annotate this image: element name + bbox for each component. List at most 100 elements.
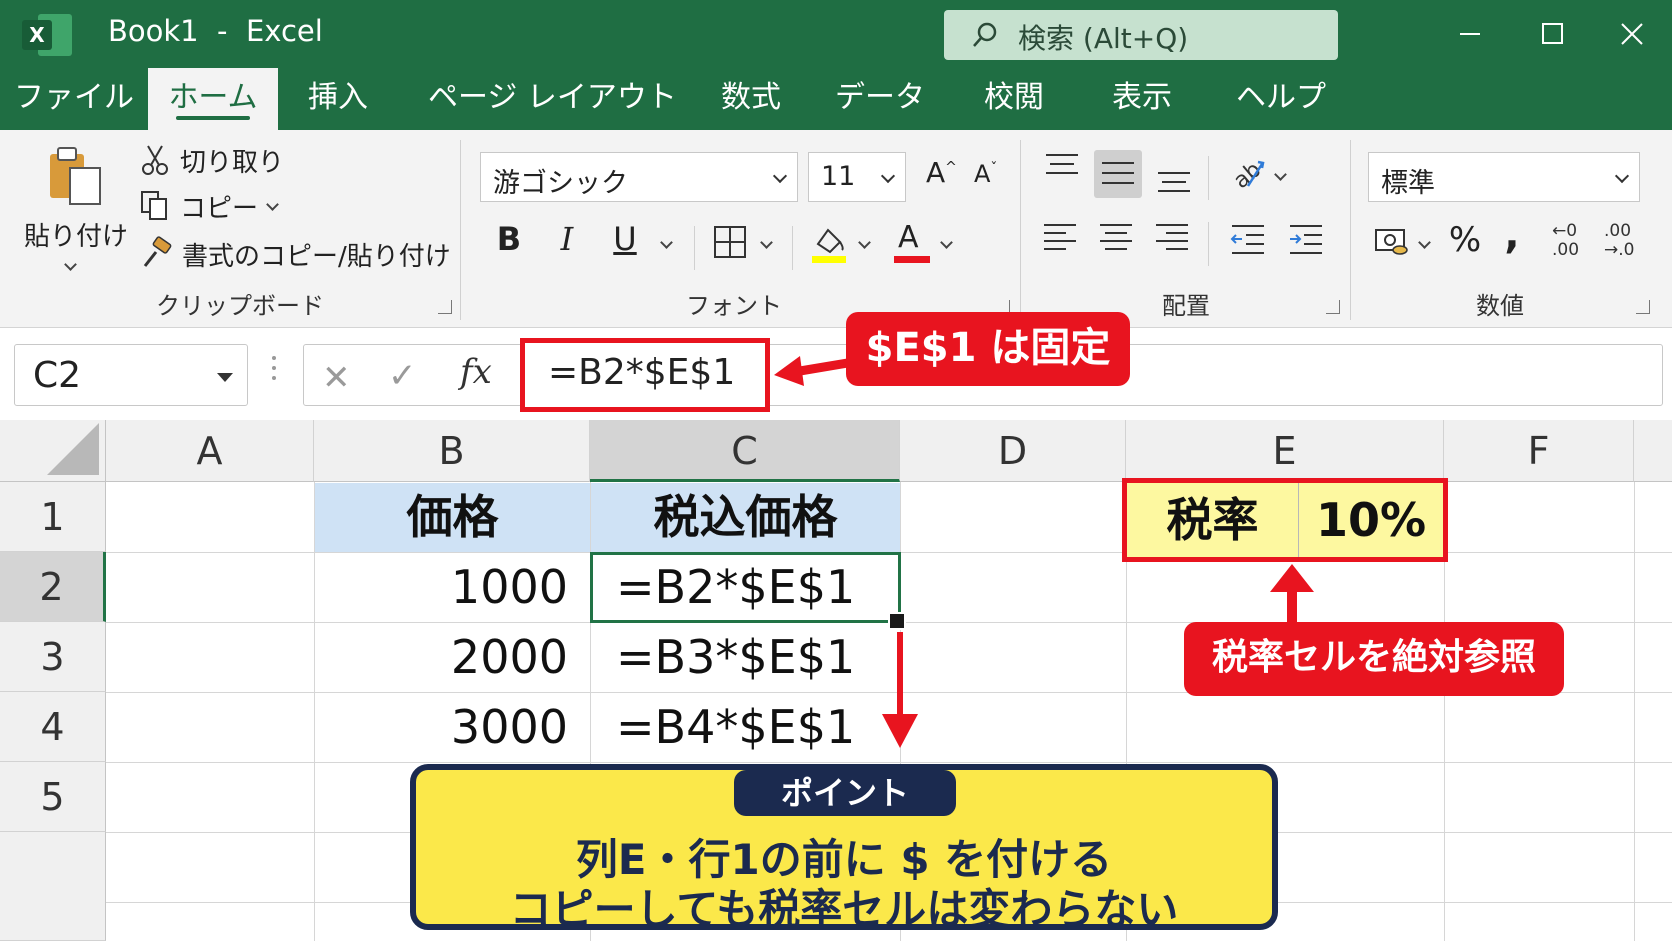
fill-down-arrow-icon bbox=[882, 632, 918, 748]
column-header-e[interactable]: E bbox=[1126, 420, 1444, 482]
dialog-launcher-icon[interactable] bbox=[438, 300, 452, 314]
tab-view[interactable]: 表示 bbox=[1094, 68, 1190, 130]
format-painter-icon[interactable] bbox=[140, 236, 174, 270]
font-size-dropdown[interactable]: 11 bbox=[808, 152, 906, 202]
tab-home[interactable]: ホーム bbox=[148, 68, 278, 130]
cell-c1[interactable]: 税込価格 bbox=[591, 483, 900, 552]
copy-button[interactable]: コピー bbox=[180, 188, 258, 225]
arrow-left-icon bbox=[774, 356, 854, 386]
align-right-button[interactable] bbox=[1152, 214, 1196, 258]
italic-button[interactable]: I bbox=[550, 220, 584, 258]
cell-c3[interactable]: =B3*$E$1 bbox=[616, 622, 855, 692]
tab-page-layout[interactable]: ページ レイアウト bbox=[428, 68, 677, 130]
close-button[interactable] bbox=[1602, 10, 1662, 58]
maximize-button[interactable] bbox=[1522, 10, 1582, 58]
increase-decimal-button[interactable]: ←0 .00 bbox=[1552, 222, 1592, 260]
chevron-down-icon[interactable] bbox=[1274, 168, 1287, 181]
paste-icon bbox=[50, 147, 101, 205]
grow-font-button[interactable]: A^ bbox=[926, 156, 957, 189]
cell-e1[interactable]: 税率 bbox=[1127, 483, 1298, 557]
borders-icon[interactable] bbox=[712, 224, 748, 260]
cell-c4[interactable]: =B4*$E$1 bbox=[616, 692, 855, 762]
excel-logo-icon: X bbox=[22, 12, 74, 58]
column-header-g[interactable] bbox=[1634, 420, 1672, 482]
column-header-b[interactable]: B bbox=[314, 420, 590, 482]
column-header-f[interactable]: F bbox=[1444, 420, 1634, 482]
increase-indent-icon[interactable] bbox=[1286, 220, 1326, 260]
alignment-group-label: 配置 bbox=[1162, 292, 1210, 320]
row-header-3[interactable]: 3 bbox=[0, 622, 106, 692]
tab-data[interactable]: データ bbox=[830, 68, 930, 130]
number-format-dropdown[interactable]: 標準 bbox=[1368, 152, 1640, 202]
shrink-font-button[interactable]: Aˇ bbox=[974, 160, 997, 188]
fill-color-icon[interactable] bbox=[808, 222, 850, 264]
paste-label: 貼り付け bbox=[24, 222, 129, 252]
chevron-down-icon[interactable] bbox=[760, 236, 773, 249]
align-center-button[interactable] bbox=[1096, 214, 1140, 258]
select-all-button[interactable] bbox=[0, 420, 106, 482]
fill-handle[interactable] bbox=[888, 612, 906, 630]
cell-c2[interactable]: =B2*$E$1 bbox=[616, 552, 855, 622]
column-header-c[interactable]: C bbox=[590, 420, 900, 482]
tab-review[interactable]: 校閲 bbox=[966, 68, 1062, 130]
chevron-down-icon[interactable] bbox=[940, 236, 953, 249]
row-header-2[interactable]: 2 bbox=[0, 552, 106, 622]
name-box[interactable]: C2 bbox=[14, 344, 248, 406]
cell-b1[interactable]: 価格 bbox=[315, 483, 590, 552]
dialog-launcher-icon[interactable] bbox=[1636, 300, 1650, 314]
tab-insert[interactable]: 挿入 bbox=[290, 68, 386, 130]
search-box[interactable]: 検索 (Alt+Q) bbox=[944, 10, 1338, 60]
absolute-reference-badge: 税率セルを絶対参照 bbox=[1184, 622, 1564, 696]
orientation-icon[interactable]: ab bbox=[1228, 154, 1266, 192]
number-format-value: 標準 bbox=[1381, 168, 1435, 199]
tab-help[interactable]: ヘルプ bbox=[1226, 68, 1336, 130]
ribbon-divider bbox=[1208, 156, 1209, 200]
insert-function-icon[interactable]: fx bbox=[460, 352, 492, 392]
column-header-d[interactable]: D bbox=[900, 420, 1126, 482]
resize-handle-icon[interactable] bbox=[272, 356, 276, 392]
dialog-launcher-icon[interactable] bbox=[1326, 300, 1340, 314]
copy-icon[interactable] bbox=[140, 190, 170, 222]
underline-button[interactable]: U bbox=[608, 220, 642, 258]
row-header-4[interactable]: 4 bbox=[0, 692, 106, 762]
font-color-button[interactable]: A bbox=[894, 220, 930, 264]
row-header-6[interactable] bbox=[0, 832, 106, 941]
gridline bbox=[106, 762, 1672, 763]
comma-style-button[interactable]: , bbox=[1500, 212, 1524, 258]
accounting-format-icon[interactable] bbox=[1374, 224, 1410, 258]
format-painter-button[interactable]: 書式のコピー/貼り付け bbox=[182, 236, 451, 273]
tab-formulas[interactable]: 数式 bbox=[706, 68, 796, 130]
bold-button[interactable]: B bbox=[492, 220, 526, 258]
chevron-down-icon[interactable] bbox=[1418, 236, 1431, 249]
cut-button[interactable]: 切り取り bbox=[180, 142, 284, 179]
cell-b3[interactable]: 2000 bbox=[316, 622, 568, 692]
chevron-down-icon[interactable] bbox=[858, 236, 871, 249]
cut-icon[interactable] bbox=[140, 144, 170, 176]
tax-rate-highlight: 税率 10% bbox=[1122, 478, 1448, 562]
ribbon-divider bbox=[1020, 140, 1021, 320]
align-top-button[interactable] bbox=[1040, 146, 1084, 190]
tab-file[interactable]: ファイル bbox=[14, 68, 134, 130]
align-middle-button[interactable] bbox=[1094, 150, 1142, 198]
row-header-5[interactable]: 5 bbox=[0, 762, 106, 832]
paste-button[interactable]: 貼り付け bbox=[24, 140, 128, 280]
cell-b4[interactable]: 3000 bbox=[316, 692, 568, 762]
column-header-a[interactable]: A bbox=[106, 420, 314, 482]
font-name-dropdown[interactable]: 游ゴシック bbox=[480, 152, 798, 202]
minimize-button[interactable] bbox=[1440, 10, 1500, 58]
decrease-indent-icon[interactable] bbox=[1228, 220, 1268, 260]
align-left-button[interactable] bbox=[1040, 214, 1084, 258]
chevron-down-icon[interactable] bbox=[660, 236, 673, 249]
align-bottom-button[interactable] bbox=[1152, 154, 1196, 198]
percent-style-button[interactable]: % bbox=[1446, 220, 1484, 260]
clipboard-group-label: クリップボード bbox=[156, 292, 324, 320]
cancel-icon[interactable]: ✕ bbox=[322, 358, 351, 398]
formula-text[interactable]: =B2*$E$1 bbox=[548, 352, 735, 393]
enter-icon[interactable]: ✓ bbox=[388, 356, 417, 396]
gridline bbox=[1634, 482, 1635, 941]
row-header-1[interactable]: 1 bbox=[0, 482, 106, 552]
chevron-down-icon[interactable] bbox=[266, 198, 279, 211]
cell-b2[interactable]: 1000 bbox=[316, 552, 568, 622]
decrease-decimal-button[interactable]: .00 →.0 bbox=[1604, 222, 1644, 260]
cell-f1[interactable]: 10% bbox=[1299, 483, 1443, 557]
